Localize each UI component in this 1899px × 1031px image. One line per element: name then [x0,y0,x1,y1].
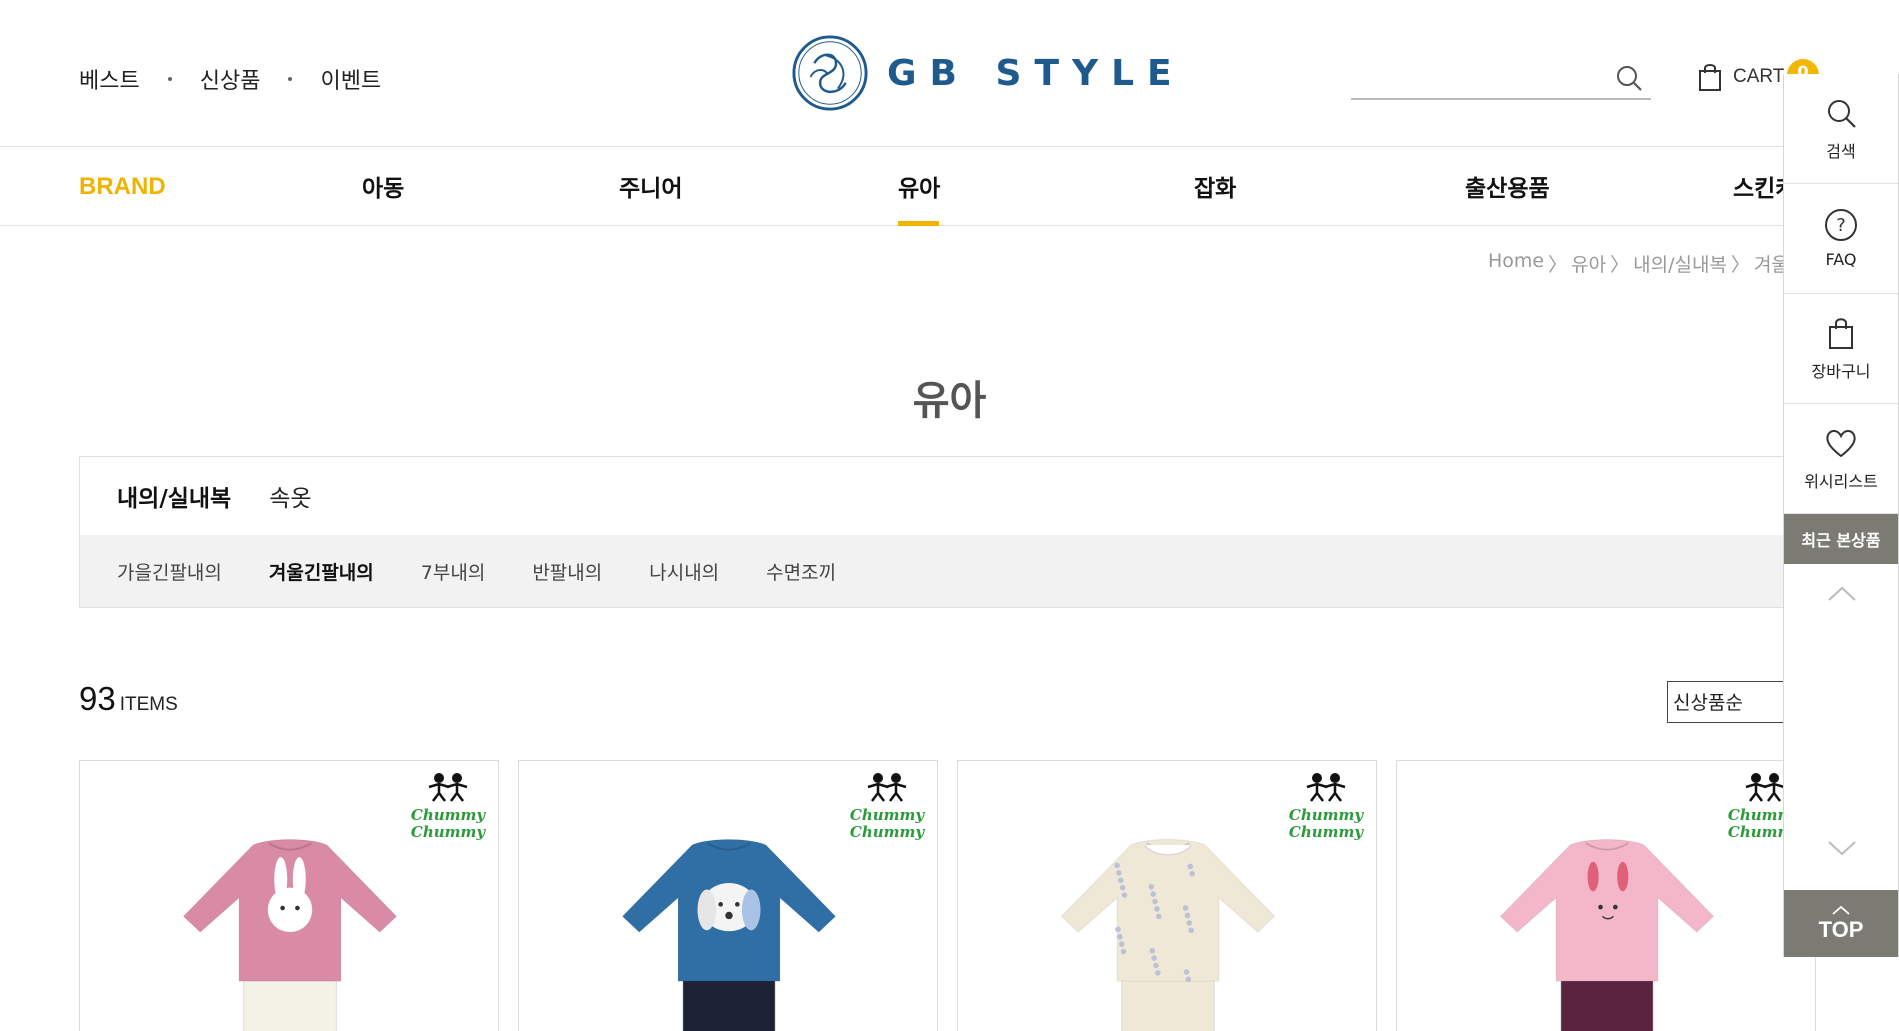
item-count-number: 93 [79,680,116,717]
logo-wordmark: GB STYLE [887,52,1185,94]
nav-active-underline [898,221,939,226]
child-shortsleeve[interactable]: 반팔내의 [532,558,602,585]
product-card[interactable]: Chummy Chummy [518,760,938,1031]
breadcrumb-separator: 〉 [1730,254,1750,276]
search-icon[interactable] [1615,64,1643,92]
breadcrumb-separator: 〉 [1548,254,1568,276]
cart-link[interactable]: CART [1697,62,1784,92]
quick-wishlist-label: 위시리스트 [1804,471,1878,491]
site-logo[interactable]: GB STYLE [791,34,1185,112]
cart-label: CART [1733,66,1785,87]
brand-line-2: Chummy [1288,823,1364,841]
nav-junior[interactable]: 주니어 [619,169,682,203]
quick-search[interactable]: 검색 [1784,74,1898,184]
breadcrumb-baby[interactable]: 유아 [1571,250,1606,277]
brand-mark: Chummy Chummy [408,771,488,841]
product-card[interactable]: Chummy Chummy [957,760,1377,1031]
scroll-top-button[interactable]: TOP [1784,890,1898,957]
subcategory-children: 가을긴팔내의 겨울긴팔내의 7부내의 반팔내의 나시내의 수면조끼 [80,535,1898,607]
brand-kids-icon [867,773,907,802]
product-image[interactable] [1043,801,1293,1031]
quick-cart[interactable]: 장바구니 [1784,294,1898,404]
child-winter-longsleeve[interactable]: 겨울긴팔내의 [269,558,374,585]
heart-icon [1826,429,1856,457]
scroll-top-label: TOP [1818,916,1864,942]
product-card[interactable]: Chummy Chummy [1396,760,1816,1031]
recent-items-header: 최근 본상품 [1784,514,1898,564]
quick-search-label: 검색 [1826,141,1856,161]
question-icon: ? [1825,209,1857,241]
link-event[interactable]: 이벤트 [320,63,381,95]
separator-dot [167,77,172,81]
logo-seal-icon [792,35,868,111]
nav-kids[interactable]: 아동 [362,169,404,203]
child-sleep-vest[interactable]: 수면조끼 [766,558,836,585]
link-new[interactable]: 신상품 [200,63,261,95]
quick-faq-label: FAQ [1825,250,1857,269]
quick-menu: 검색 ? FAQ 장바구니 위시리스트 최근 본상품 TOP [1783,74,1899,957]
nav-baby[interactable]: 유아 [898,169,940,203]
subcategory-current[interactable]: 내의/실내복 [117,479,231,513]
product-image[interactable] [165,801,415,1031]
brand-kids-icon [1306,773,1346,802]
subcategory-sibling[interactable]: 속옷 [269,479,311,513]
child-7-length[interactable]: 7부내의 [421,558,486,585]
shopping-bag-icon [1699,64,1721,91]
brand-line-1: Chummy [410,806,486,824]
breadcrumb-underwear[interactable]: 내의/실내복 [1633,250,1727,277]
brand-mark: Chummy Chummy [1286,771,1366,841]
separator-dot [288,77,293,81]
brand-kids-icon [428,773,468,802]
sort-select[interactable]: 신상품순 [1667,681,1797,723]
category-nav: BRAND 아동 주니어 유아 잡화 출산용품 스킨케 [0,146,1899,226]
item-count-unit: ITEMS [119,694,178,715]
chevron-up-icon [1832,905,1850,915]
shopping-bag-icon [1829,317,1853,349]
subcategory-panel: 내의/실내복 속옷 가을긴팔내의 겨울긴팔내의 7부내의 반팔내의 나시내의 수… [79,456,1899,608]
product-image[interactable] [1482,801,1732,1031]
quick-faq[interactable]: ? FAQ [1784,184,1898,294]
chevron-down-icon[interactable] [1827,840,1857,858]
page-title: 유아 [912,378,987,424]
top-links: 베스트 신상품 이벤트 [79,62,381,96]
child-sleeveless[interactable]: 나시내의 [649,558,719,585]
product-card[interactable]: Chummy Chummy [79,760,499,1031]
brand-line-2: Chummy [410,823,486,841]
search-input[interactable] [1351,60,1601,96]
quick-wishlist[interactable]: 위시리스트 [1784,404,1898,514]
subcategory-row: 내의/실내복 속옷 [80,457,1898,535]
puppy-motif [697,883,761,932]
brand-mark: Chummy Chummy [847,771,927,841]
chevron-up-icon[interactable] [1827,584,1857,602]
brand-line-1: Chummy [1288,806,1364,824]
item-count: 93 ITEMS [79,680,178,718]
quick-cart-label: 장바구니 [1811,361,1871,381]
svg-text:?: ? [1836,215,1846,236]
nav-maternity[interactable]: 출산용품 [1465,169,1550,203]
breadcrumb-separator: 〉 [1610,254,1630,276]
brand-line-2: Chummy [849,823,925,841]
product-image[interactable] [604,801,854,1031]
search-icon [1828,99,1856,128]
nav-brand[interactable]: BRAND [79,173,166,201]
nav-accessories[interactable]: 잡화 [1194,169,1236,203]
link-best[interactable]: 베스트 [79,63,140,95]
search-box [1351,60,1651,100]
breadcrumb: Home 〉 유아 〉 내의/실내복 〉 겨울긴팔 [1488,250,1828,277]
brand-kids-icon [1745,773,1785,802]
brand-line-1: Chummy [849,806,925,824]
breadcrumb-home[interactable]: Home [1488,250,1544,277]
child-autumn-longsleeve[interactable]: 가을긴팔내의 [117,558,222,585]
